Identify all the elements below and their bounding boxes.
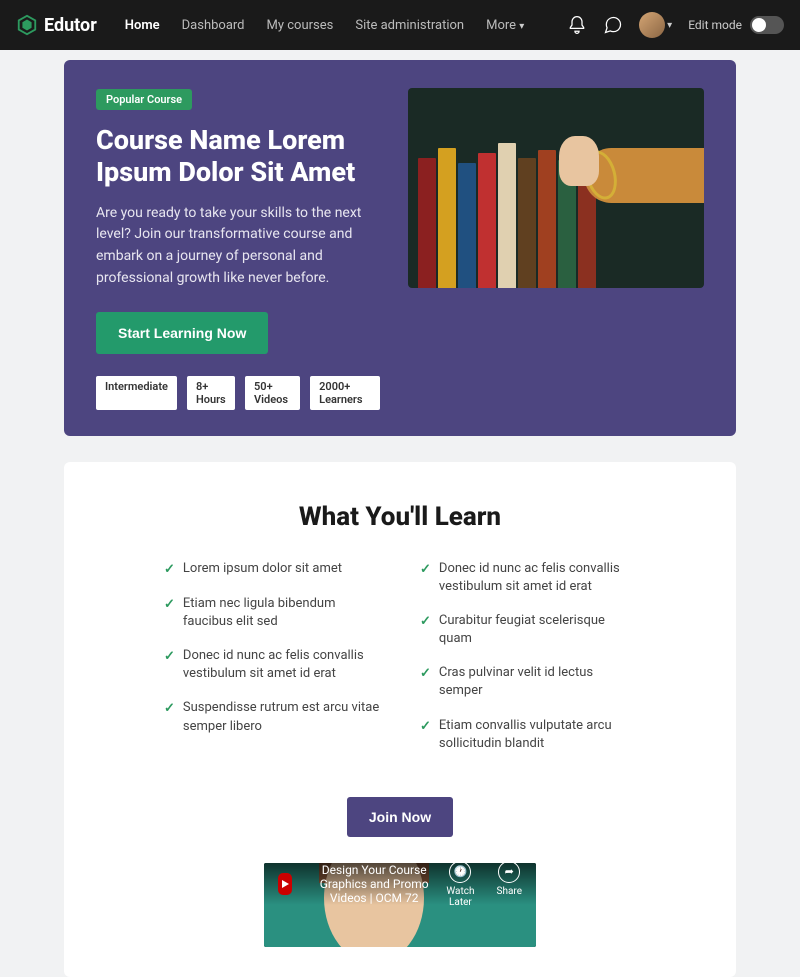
join-now-button[interactable]: Join Now <box>347 797 453 837</box>
stat-videos: 50+ Videos <box>245 376 300 410</box>
stat-level: Intermediate <box>96 376 177 410</box>
clock-icon: 🕐 <box>449 863 471 883</box>
stat-learners: 2000+ Learners <box>310 376 380 410</box>
course-stats: Intermediate 8+ Hours 50+ Videos 2000+ L… <box>96 376 380 410</box>
learn-grid: ✓Lorem ipsum dolor sit amet ✓Etiam nec l… <box>164 560 636 770</box>
list-item: ✓Suspendisse rutrum est arcu vitae sempe… <box>164 699 380 735</box>
notifications-icon[interactable] <box>567 15 587 35</box>
youtube-icon <box>278 873 292 895</box>
nav-site-administration[interactable]: Site administration <box>355 18 464 33</box>
check-icon: ✓ <box>164 596 175 631</box>
topbar-right: ▾ Edit mode <box>567 12 784 38</box>
list-item: ✓Donec id nunc ac felis convallis vestib… <box>420 560 636 596</box>
hero-content: Popular Course Course Name Lorem Ipsum D… <box>96 88 380 410</box>
list-item: ✓Lorem ipsum dolor sit amet <box>164 560 380 579</box>
edit-mode-label: Edit mode <box>688 18 742 32</box>
check-icon: ✓ <box>164 561 175 579</box>
course-badge: Popular Course <box>96 89 192 110</box>
list-item: ✓Curabitur feugiat scelerisque quam <box>420 612 636 648</box>
chevron-down-icon: ▾ <box>519 21 524 32</box>
share-icon: ➦ <box>498 863 520 883</box>
main-nav: Home Dashboard My courses Site administr… <box>125 18 525 33</box>
list-item: ✓Donec id nunc ac felis convallis vestib… <box>164 647 380 683</box>
messages-icon[interactable] <box>603 15 623 35</box>
brand-name: Edutor <box>44 15 97 36</box>
hero: Popular Course Course Name Lorem Ipsum D… <box>64 60 736 436</box>
check-icon: ✓ <box>420 561 431 596</box>
video-title: Design Your Course Graphics and Promo Vi… <box>302 863 446 905</box>
check-icon: ✓ <box>420 613 431 648</box>
stat-hours: 8+ Hours <box>187 376 235 410</box>
user-menu[interactable]: ▾ <box>639 12 672 38</box>
list-item: ✓Etiam nec ligula bibendum faucibus elit… <box>164 595 380 631</box>
video-title-bar: Design Your Course Graphics and Promo Vi… <box>264 863 536 905</box>
check-icon: ✓ <box>164 700 175 735</box>
video-embed[interactable]: Design Your Course Graphics and Promo Vi… <box>264 863 536 947</box>
share-button[interactable]: ➦ Share <box>497 863 522 908</box>
brand-logo[interactable]: Edutor <box>16 14 97 36</box>
page-container: Popular Course Course Name Lorem Ipsum D… <box>0 50 800 977</box>
logo-icon <box>16 14 38 36</box>
nav-more[interactable]: More ▾ <box>486 18 524 33</box>
start-learning-button[interactable]: Start Learning Now <box>96 312 268 354</box>
hero-image <box>408 88 704 288</box>
avatar <box>639 12 665 38</box>
check-icon: ✓ <box>420 718 431 753</box>
nav-my-courses[interactable]: My courses <box>267 18 334 33</box>
learn-column-left: ✓Lorem ipsum dolor sit amet ✓Etiam nec l… <box>164 560 380 770</box>
course-title: Course Name Lorem Ipsum Dolor Sit Amet <box>96 124 380 189</box>
edit-mode-control: Edit mode <box>688 16 784 34</box>
nav-dashboard[interactable]: Dashboard <box>182 18 245 33</box>
list-item: ✓Cras pulvinar velit id lectus semper <box>420 664 636 700</box>
list-item: ✓Etiam convallis vulputate arcu sollicit… <box>420 717 636 753</box>
learn-heading: What You'll Learn <box>164 502 636 532</box>
what-youll-learn: What You'll Learn ✓Lorem ipsum dolor sit… <box>64 462 736 977</box>
watch-later-button[interactable]: 🕐 Watch Later <box>446 863 474 908</box>
nav-home[interactable]: Home <box>125 18 160 33</box>
edit-mode-toggle[interactable] <box>750 16 784 34</box>
learn-column-right: ✓Donec id nunc ac felis convallis vestib… <box>420 560 636 770</box>
course-description: Are you ready to take your skills to the… <box>96 203 380 290</box>
chevron-down-icon: ▾ <box>667 20 672 31</box>
check-icon: ✓ <box>420 665 431 700</box>
topbar: Edutor Home Dashboard My courses Site ad… <box>0 0 800 50</box>
check-icon: ✓ <box>164 648 175 683</box>
